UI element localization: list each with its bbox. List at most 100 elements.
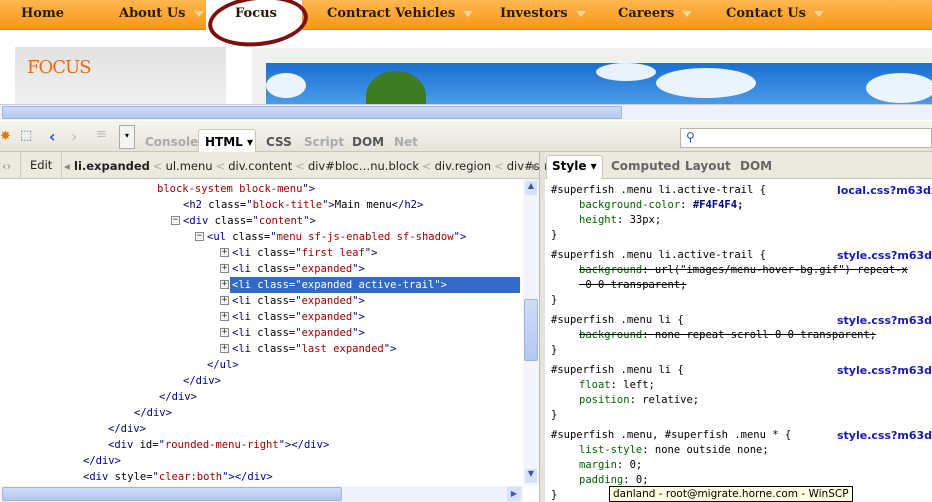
back-icon[interactable]: ‹ [49, 127, 56, 146]
breadcrumb-item[interactable]: li.expanded [74, 159, 150, 173]
nav-contract-vehicles[interactable]: Contract Vehicles [327, 6, 474, 21]
scroll-right-icon[interactable]: ▶ [507, 487, 521, 501]
nav-about-us[interactable]: About Us [119, 6, 204, 21]
nav-label: Home [21, 6, 64, 21]
collapse-icon[interactable]: − [195, 232, 204, 241]
tab-net[interactable]: Net [394, 135, 418, 149]
nav-contact-us[interactable]: Contact Us [726, 6, 824, 21]
css-selector[interactable]: #superfish .menu li.active-trail { [551, 183, 766, 198]
css-property[interactable]: position: relative; [579, 393, 699, 408]
html-token: "> [352, 295, 365, 307]
search-input[interactable]: ⚲ [680, 128, 932, 148]
nav-investors[interactable]: Investors [500, 6, 586, 21]
css-property[interactable]: float: left; [579, 378, 655, 393]
collapse-icon[interactable]: − [171, 216, 180, 225]
scroll-up-icon[interactable]: ▲ [525, 181, 537, 195]
css-source-link[interactable]: style.css?m63dx [837, 364, 932, 377]
css-property[interactable]: background: none repeat scroll 0 0 trans… [579, 328, 876, 343]
firebug-icon[interactable]: ✸ [0, 129, 11, 144]
expand-icon[interactable]: + [220, 344, 229, 353]
html-node[interactable]: <li class="expanded"> [230, 293, 365, 309]
html-vertical-scrollbar[interactable]: ▲ ▼ [523, 179, 539, 486]
css-source-link[interactable]: style.css?m63dx [837, 429, 932, 442]
html-node[interactable]: <li class="first leaf"> [230, 245, 377, 261]
html-token: class= [257, 343, 296, 355]
html-node[interactable]: <li class="last expanded"> [230, 341, 396, 357]
html-node[interactable]: block-system block-menu"> [155, 181, 315, 197]
forward-icon[interactable]: › [71, 127, 77, 146]
scrollbar-thumb[interactable] [2, 487, 342, 501]
html-node[interactable]: </div> [81, 453, 121, 469]
html-node[interactable]: </div> [157, 389, 197, 405]
scrollbar-thumb[interactable] [524, 299, 538, 361]
css-property[interactable]: height: 33px; [579, 213, 661, 228]
css-selector[interactable]: #superfish .menu li.active-trail { [551, 248, 766, 263]
html-token: class= [257, 247, 296, 259]
html-node[interactable]: <div class="content"> [181, 213, 316, 229]
html-horizontal-scrollbar[interactable]: ▶ [0, 486, 523, 502]
nav-careers[interactable]: Careers [618, 6, 693, 21]
html-node[interactable]: </div> [181, 373, 221, 389]
html-node[interactable]: <li class="expanded"> [230, 325, 365, 341]
tab-css[interactable]: CSS [266, 135, 292, 149]
html-node[interactable]: </ul> [205, 357, 239, 373]
css-property[interactable]: list-style: none outside none; [579, 443, 769, 458]
inspect-icon[interactable]: ⬚ [20, 128, 32, 143]
html-node[interactable]: <div style="clear:both"></div> [81, 469, 273, 485]
side-tab-style[interactable]: Style ▾ [552, 159, 597, 173]
css-source-link[interactable]: local.css?m63dx [837, 184, 932, 197]
expand-icon[interactable]: + [220, 264, 229, 273]
css-rule-close: } [551, 294, 558, 306]
breadcrumb-item[interactable]: div#bloc…nu.block [308, 159, 419, 173]
html-token: class= [232, 231, 271, 243]
breadcrumb-item[interactable]: div.region [435, 159, 491, 173]
css-property[interactable]: background: url("images/menu-hover-bg.gi… [579, 263, 908, 278]
expand-icon[interactable]: + [220, 328, 229, 337]
tab-console[interactable]: Console [145, 135, 198, 149]
html-token: <li [232, 327, 258, 339]
scroll-right-icon[interactable]: ▸ [532, 159, 538, 173]
css-selector[interactable]: #superfish .menu, #superfish .menu * { [551, 428, 791, 443]
css-prop-name: background-color [579, 199, 681, 211]
expand-icon[interactable]: + [220, 248, 229, 257]
tab-script[interactable]: Script [304, 135, 344, 149]
html-node[interactable]: </div> [106, 421, 146, 437]
html-token: "> [322, 199, 335, 211]
css-source-link[interactable]: style.css?m63dx [837, 249, 932, 262]
expand-icon[interactable]: + [220, 312, 229, 321]
tab-dom[interactable]: DOM [352, 135, 384, 149]
side-tab-dom[interactable]: DOM [740, 159, 772, 173]
scrollbar-thumb[interactable] [2, 106, 622, 119]
html-node-selected[interactable]: <li class="expanded active-trail"> [230, 277, 520, 293]
html-node[interactable]: <h2 class="block-title">Main menu</h2> [181, 197, 423, 213]
html-token: expanded active-trail [301, 279, 435, 291]
html-node[interactable]: <div id="rounded-menu-right"></div> [106, 437, 329, 453]
expand-icon[interactable]: + [220, 280, 229, 289]
side-tab-computed[interactable]: Computed [611, 159, 680, 173]
html-node[interactable]: <ul class="menu sf-js-enabled sf-shadow"… [205, 229, 466, 245]
nav-home[interactable]: Home [21, 6, 64, 21]
panel-menu-dropdown[interactable]: ▾ [119, 125, 135, 149]
html-node[interactable]: <li class="expanded"> [230, 261, 365, 277]
css-selector[interactable]: #superfish .menu li { [551, 313, 684, 328]
css-property[interactable]: margin: 0; [579, 458, 642, 473]
page-horizontal-scrollbar[interactable] [0, 104, 932, 120]
html-node[interactable]: <li class="expanded"> [230, 309, 365, 325]
scroll-left-icon[interactable]: ◂ [64, 159, 70, 173]
expand-icon[interactable]: + [220, 296, 229, 305]
html-node[interactable]: </div> [132, 405, 172, 421]
breadcrumb-item[interactable]: div.content [228, 159, 292, 173]
css-prop-name: background [579, 264, 643, 276]
html-token: id= [139, 439, 159, 451]
tab-html[interactable]: HTML ▾ [205, 135, 253, 149]
list-icon[interactable]: ≡ [96, 127, 107, 142]
side-tab-layout[interactable]: Layout [685, 159, 731, 173]
toggle-icon[interactable]: ‹› [2, 159, 11, 173]
scroll-down-icon[interactable]: ▼ [525, 469, 537, 483]
css-property[interactable]: background-color: #F4F4F4; [579, 198, 743, 213]
edit-button[interactable]: Edit [20, 152, 63, 178]
css-source-link[interactable]: style.css?m63dx [837, 314, 932, 327]
breadcrumb-item[interactable]: ul.menu [166, 159, 213, 173]
html-token: </h2> [391, 199, 424, 211]
css-selector[interactable]: #superfish .menu li { [551, 363, 684, 378]
